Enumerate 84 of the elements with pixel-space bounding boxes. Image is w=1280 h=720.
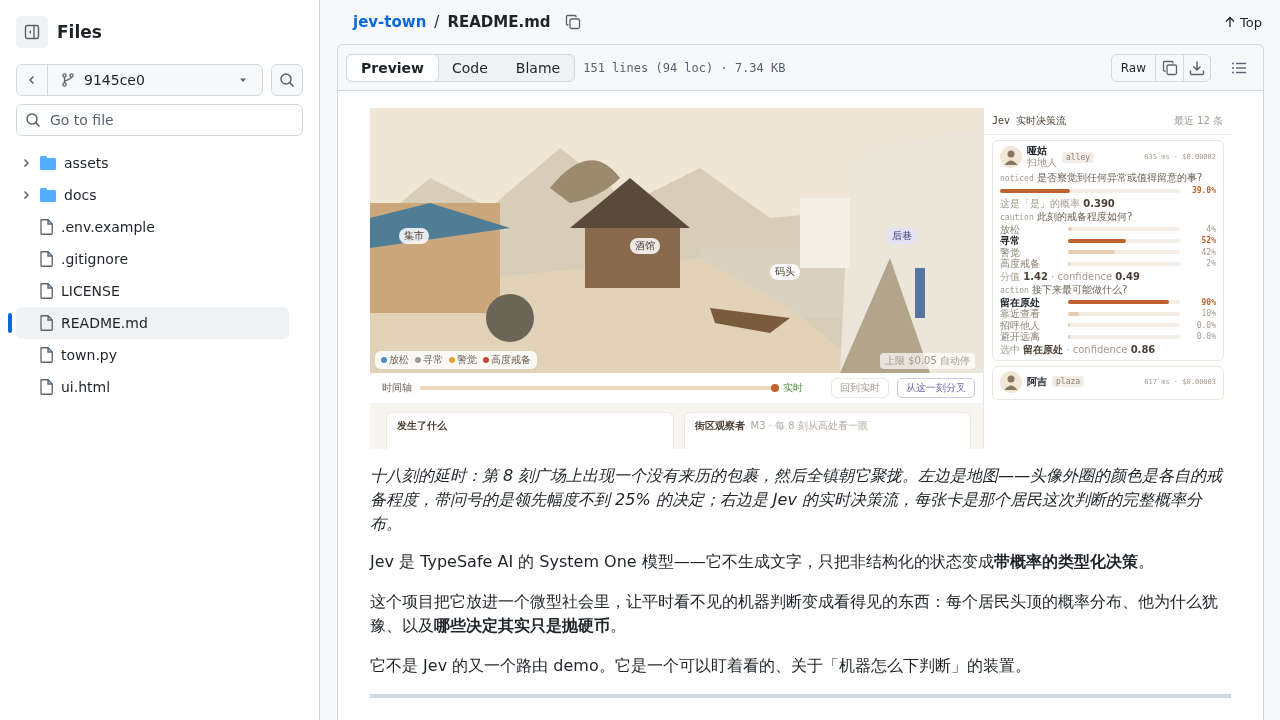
file-icon [40, 347, 53, 363]
file-tree-item[interactable]: ui.html [16, 371, 289, 403]
probability-value: 0.0% [1195, 332, 1216, 342]
probability-value: 39.0% [1190, 186, 1216, 196]
question-note: 这是「是」的概率 0.390 [1000, 196, 1116, 210]
file-icon [40, 251, 53, 267]
probability-value: 0.0% [1195, 320, 1216, 330]
file-icon [40, 379, 53, 395]
folder-icon [40, 188, 56, 202]
place-label: 集市 [399, 228, 429, 244]
top-link[interactable]: Top [1224, 14, 1264, 30]
repo-link[interactable]: jev-town [353, 13, 427, 31]
question-note: 选中 留在原处 · confidence 0.86 [1000, 342, 1157, 356]
legend-label: 寻常 [423, 353, 443, 367]
place-tag: plaza [1052, 376, 1085, 387]
legend-label: 高度戒备 [491, 353, 531, 367]
option-label: 招呼他人 [1000, 319, 1041, 331]
option-label: 高度戒备 [1000, 258, 1041, 270]
arrow-up-icon [1224, 16, 1237, 28]
resident-name: 阿吉 [1027, 375, 1047, 388]
file-name: README.md [447, 13, 551, 31]
option-label: 避开远离 [1000, 331, 1041, 343]
probability-value: 10% [1200, 309, 1216, 319]
view-tab[interactable]: Code [438, 54, 502, 81]
file-icon [40, 283, 53, 299]
place-tag: alley [1062, 151, 1095, 163]
timeline-label: 时间轴 [382, 381, 412, 395]
search-icon [279, 72, 295, 88]
file-tree-item[interactable]: .env.example [16, 211, 289, 243]
timeline-button[interactable]: 从这一刻分叉 [897, 378, 975, 398]
paragraph: 它不是 Jev 的又一个路由 demo。它是一个可以盯着看的、关于「机器怎么下判断」的装置。 [370, 655, 1032, 677]
resident-name: 哑姑 [1027, 145, 1048, 157]
probability-value: 4% [1205, 224, 1216, 234]
stream-count: 最近 12 条 [1173, 114, 1223, 128]
file-info: 151 lines (94 loc) · 7.34 KB [583, 60, 786, 75]
folder-icon [40, 156, 56, 170]
paragraph: Jev 是 TypeSafe AI 的 System One 模型——它不生成文字，只把非结构化的状态变成带概率的类型化决策。 [370, 551, 1155, 573]
search-icon [25, 112, 41, 128]
probability-value: 42% [1200, 247, 1216, 257]
option-label: 靠近查看 [1000, 308, 1041, 320]
file-tree-item[interactable]: LICENSE [16, 275, 289, 307]
sidebar-title: Files [57, 22, 102, 42]
search-button[interactable] [271, 64, 303, 96]
probability-value: 90% [1200, 297, 1216, 307]
download-icon [1189, 59, 1205, 76]
paragraph: 这个项目把它放进一个微型社会里，让平时看不见的机器判断变成看得见的东西：每个居民头顶的概率分布、他为什么犹豫、以及哪些决定其实只是抛硬币。 [370, 591, 1219, 637]
file-tree-item[interactable]: assets [16, 147, 289, 179]
file-tree-item[interactable]: town.py [16, 339, 289, 371]
question-note: 分值 1.42 · confidence 0.49 [1000, 269, 1142, 283]
option-label: 警觉 [1000, 246, 1021, 258]
stream-title: Jev 实时决策流 [992, 114, 1067, 128]
question-text: action 接下来最可能做什么? [1000, 282, 1129, 297]
legend-label: 放松 [389, 353, 409, 367]
live-label: 实时 [783, 381, 803, 395]
option-label: 放松 [1000, 223, 1021, 235]
sidebar-toggle-icon[interactable] [16, 16, 48, 48]
panel-title: 街区观察者 [694, 419, 745, 433]
option-label: 寻常 [1000, 235, 1021, 247]
copy-icon[interactable] [564, 14, 581, 30]
probability-value: 2% [1205, 259, 1216, 269]
file-icon [40, 315, 53, 331]
file-icon [40, 219, 53, 235]
probability-value: 52% [1200, 236, 1216, 246]
avatar-icon [1000, 370, 1022, 393]
path-separator: / [434, 13, 440, 31]
file-tree-item[interactable]: README.md [16, 307, 289, 339]
view-tab[interactable]: Blame [501, 54, 575, 81]
file-tree-item[interactable]: .gitignore [16, 243, 289, 275]
image-caption: 十八刻的延时：第 8 刻广场上出现一个没有来历的包裹，然后全镇朝它聚拢。左边是地图——头像外圈的颜色是各自的戒备程度，带问号的是领先幅度不到 25% 的决定；右边是 Jev 的实时决策流，每张卡是那个居民这次判断的完整概率分布。 [370, 465, 1225, 535]
question-text: noticed 是否察觉到任何异常或值得留意的事? [1000, 171, 1204, 185]
file-tree-item[interactable]: docs [16, 179, 289, 211]
view-tab[interactable]: Preview [346, 53, 439, 82]
legend-label: 警觉 [457, 353, 477, 367]
avatar-icon [1000, 146, 1022, 168]
copy-icon [1161, 59, 1178, 76]
option-label: 留在原处 [1000, 296, 1041, 308]
selection-indicator [8, 313, 12, 333]
resident-role: 扫地人 [1027, 157, 1057, 169]
place-label: 酒馆 [630, 238, 660, 254]
go-to-file-field[interactable]: Go to file [16, 104, 303, 136]
place-label: 后巷 [887, 228, 917, 244]
question-text: caution 此刻的戒备程度如何? [1000, 209, 1134, 224]
panel-title: 发生了什么 [397, 419, 447, 433]
place-label: 码头 [770, 264, 800, 280]
